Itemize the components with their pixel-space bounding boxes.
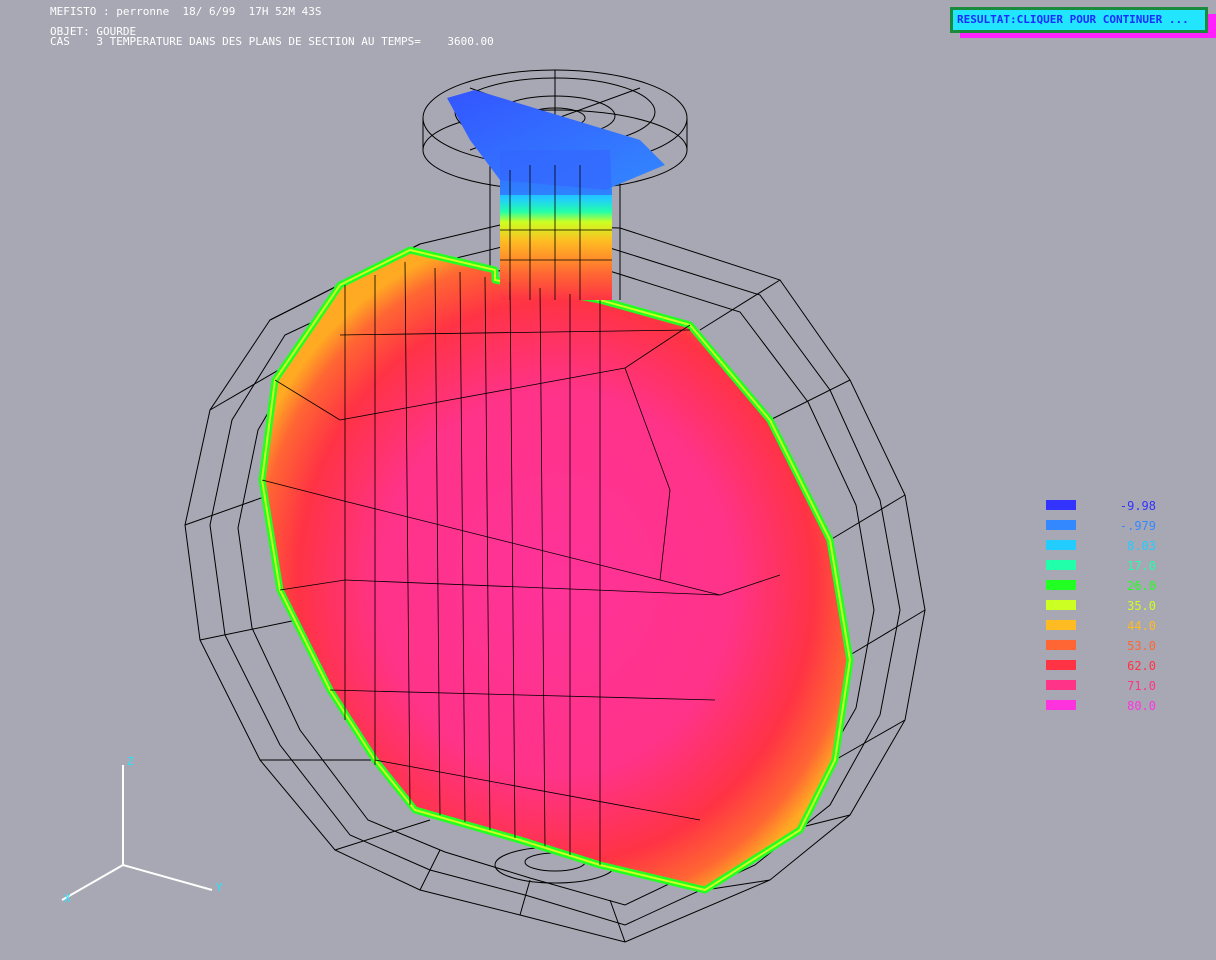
legend-value: 80.0 — [1127, 699, 1156, 713]
legend-value: 44.0 — [1127, 619, 1156, 633]
legend-swatch — [1046, 640, 1076, 650]
gourde-visualization: Z X Y — [61, 69, 926, 943]
section-body — [258, 246, 854, 894]
axis-z-label: Z — [127, 755, 134, 768]
legend-value: 17.0 — [1127, 559, 1156, 573]
legend-value: 8.03 — [1127, 539, 1156, 553]
legend-swatch — [1046, 500, 1076, 510]
legend-row: 71.0 — [1046, 679, 1156, 700]
legend-swatch — [1046, 580, 1076, 590]
legend-swatch — [1046, 700, 1076, 710]
legend-swatch — [1046, 600, 1076, 610]
axis-x-label: X — [64, 892, 71, 905]
legend-value: 26.0 — [1127, 579, 1156, 593]
legend-swatch — [1046, 540, 1076, 550]
legend-row: 53.0 — [1046, 639, 1156, 660]
legend-row: -.979 — [1046, 519, 1156, 540]
legend-value: -9.98 — [1119, 499, 1156, 513]
legend-row: 8.03 — [1046, 539, 1156, 560]
legend-swatch — [1046, 680, 1076, 690]
axis-triad — [61, 765, 213, 901]
legend-row: 80.0 — [1046, 699, 1156, 720]
legend-row: 17.0 — [1046, 559, 1156, 580]
legend-swatch — [1046, 520, 1076, 530]
legend-swatch — [1046, 660, 1076, 670]
legend-row: 26.0 — [1046, 579, 1156, 600]
legend-row: -9.98 — [1046, 499, 1156, 520]
legend-value: 35.0 — [1127, 599, 1156, 613]
legend-value: 53.0 — [1127, 639, 1156, 653]
legend-value: 62.0 — [1127, 659, 1156, 673]
legend-swatch — [1046, 620, 1076, 630]
axis-y-label: Y — [216, 881, 223, 894]
legend-row: 35.0 — [1046, 599, 1156, 620]
legend-row: 62.0 — [1046, 659, 1156, 680]
legend-swatch — [1046, 560, 1076, 570]
legend-value: -.979 — [1119, 519, 1156, 533]
legend-row: 44.0 — [1046, 619, 1156, 640]
legend-value: 71.0 — [1127, 679, 1156, 693]
